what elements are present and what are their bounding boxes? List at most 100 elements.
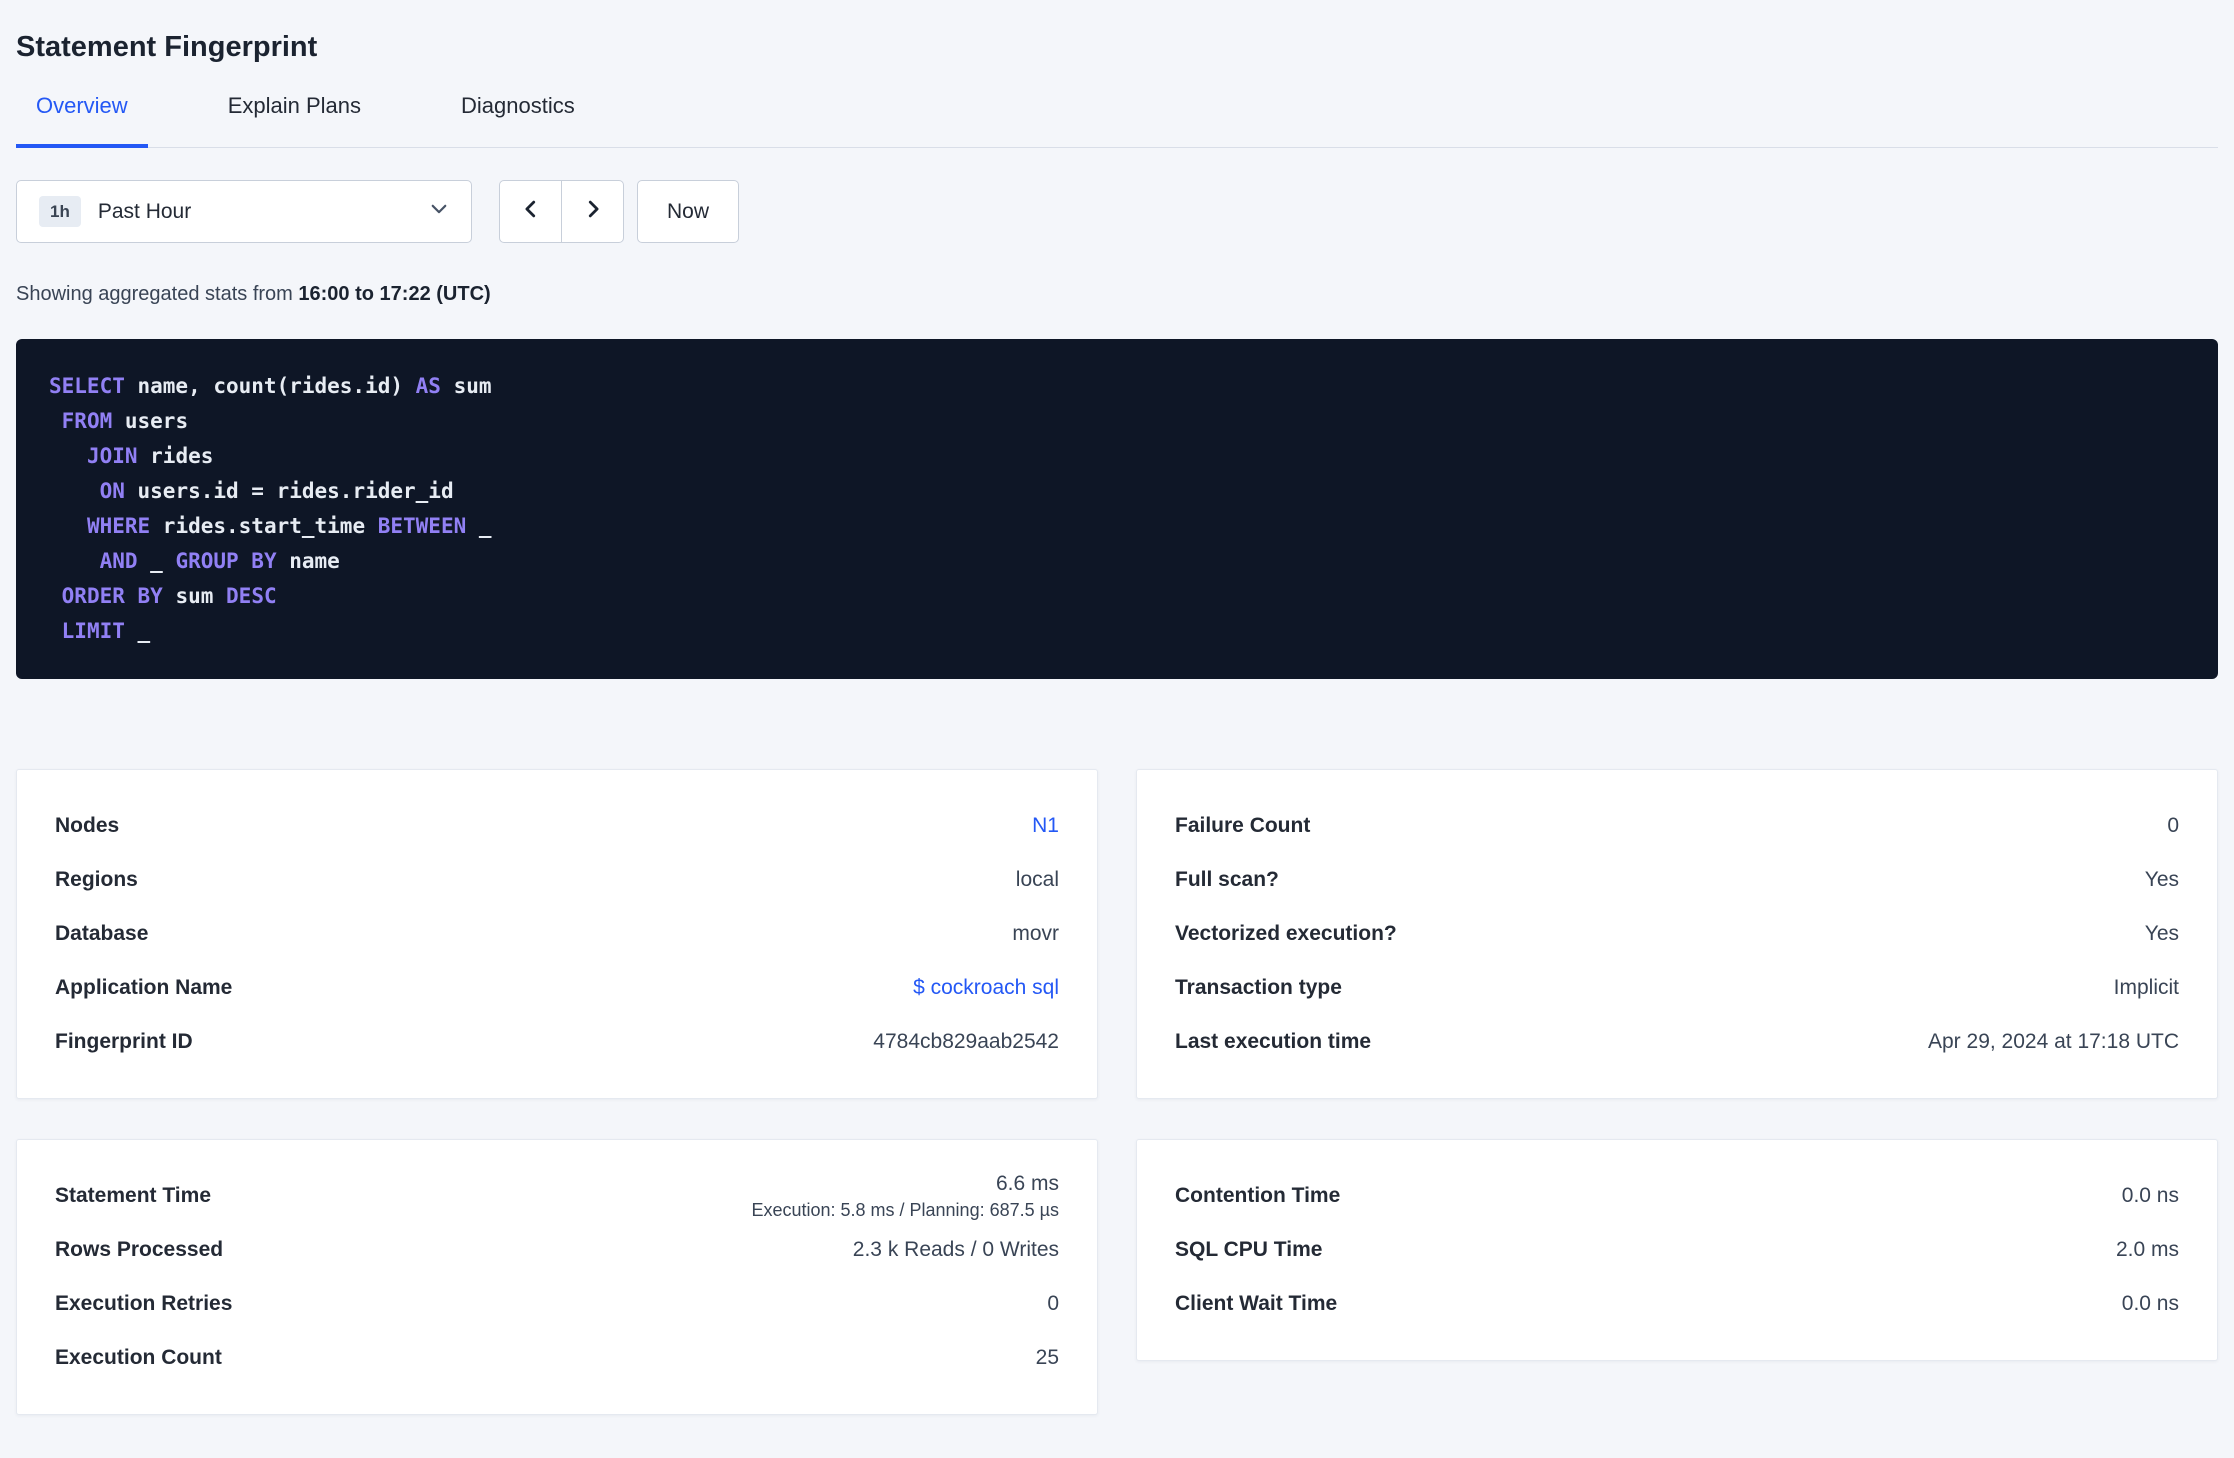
previous-interval-button[interactable] (499, 180, 562, 243)
sql-keyword: BETWEEN (377, 514, 467, 538)
row-label: Contention Time (1175, 1184, 1341, 1207)
row-value-wrap: Implicit (2114, 976, 2179, 1000)
now-button[interactable]: Now (637, 180, 740, 243)
row-value: movr (1012, 922, 1059, 945)
page-title: Statement Fingerprint (16, 31, 318, 63)
row-value: 2.0 ms (2115, 1238, 2179, 1261)
row-value: 25 (1035, 1346, 1059, 1369)
row-value-wrap: N1 (1032, 814, 1059, 838)
sql-line: ORDER BY sum DESC (49, 579, 2185, 614)
row-label: Fingerprint ID (55, 1030, 193, 1053)
sql-text: _ (137, 549, 176, 573)
row-value-wrap: 0.0 ns (2122, 1184, 2179, 1208)
row-value: local (1015, 868, 1059, 891)
sql-keyword: ORDER BY (61, 584, 163, 608)
sql-keyword: WHERE (86, 514, 151, 538)
row-label: Application Name (55, 976, 233, 999)
row-value-wrap: 4784cb829aab2542 (873, 1030, 1059, 1054)
row-value-wrap: 0 (1047, 1292, 1059, 1316)
sql-text: _ (466, 514, 492, 538)
stats-time-range: 16:00 to 17:22 (UTC) (298, 283, 491, 305)
row-label: Statement Time (55, 1184, 211, 1207)
card-row: Transaction type Implicit (1175, 961, 2179, 1015)
sql-line: WHERE rides.start_time BETWEEN _ (49, 509, 2185, 544)
row-label: Execution Retries (55, 1292, 233, 1315)
resource-times-card: Contention Time 0.0 ns SQL CPU Time 2.0 ms C… (1136, 1139, 2218, 1361)
card-row: Failure Count 0 (1175, 799, 2179, 853)
row-value-wrap: 6.6 ms Execution: 5.8 ms / Planning: 687.… (751, 1172, 1059, 1221)
row-value-wrap: 25 (1036, 1346, 1059, 1370)
row-value-wrap: movr (1012, 922, 1059, 946)
card-row: Client Wait Time 0.0 ns (1175, 1277, 2179, 1331)
row-label: Execution Count (55, 1346, 222, 1369)
row-label: Failure Count (1175, 814, 1311, 837)
stats-prefix: Showing aggregated stats from (16, 283, 293, 305)
time-interval-label: Past Hour (97, 199, 192, 223)
tab-overview[interactable]: Overview (16, 92, 148, 148)
execution-attributes-card: Failure Count 0 Full scan? Yes Vectorized ex… (1136, 769, 2218, 1099)
sql-text: name (276, 549, 340, 573)
sql-line: SELECT name, count(rides.id) AS sum (49, 369, 2185, 404)
row-value-wrap: 0 (2167, 814, 2179, 838)
sql-text: users (112, 409, 189, 433)
card-row: SQL CPU Time 2.0 ms (1175, 1223, 2179, 1277)
statement-times-card: Statement Time 6.6 ms Execution: 5.8 ms / … (16, 1139, 1098, 1415)
row-value: Apr 29, 2024 at 17:18 UTC (1928, 1030, 2179, 1053)
card-row: Contention Time 0.0 ns (1175, 1169, 2179, 1223)
sql-line: JOIN rides (49, 439, 2185, 474)
row-label: Vectorized execution? (1175, 922, 1397, 945)
chevron-right-icon (582, 198, 604, 225)
card-row: Application Name $ cockroach sql (55, 961, 1059, 1015)
row-value-wrap: 2.0 ms (2116, 1238, 2179, 1262)
row-value: 2.3 k Reads / 0 Writes (852, 1238, 1059, 1261)
row-label: SQL CPU Time (1175, 1238, 1323, 1261)
card-row: Execution Count 25 (55, 1331, 1059, 1385)
next-interval-button[interactable] (561, 180, 624, 243)
row-label: Transaction type (1175, 976, 1342, 999)
row-value-wrap: Yes (2145, 922, 2179, 946)
sql-keyword: JOIN (86, 444, 138, 468)
tab-diagnostics[interactable]: Diagnostics (441, 92, 595, 148)
sql-text: sum (162, 584, 227, 608)
sql-line: ON users.id = rides.rider_id (49, 474, 2185, 509)
sql-text: _ (124, 619, 151, 643)
row-value: 4784cb829aab2542 (873, 1030, 1059, 1053)
statement-details-card: Nodes N1 Regions local Database movr Applicati… (16, 769, 1098, 1099)
sql-text: sum (440, 374, 492, 398)
row-label: Rows Processed (55, 1238, 224, 1261)
card-row: Full scan? Yes (1175, 853, 2179, 907)
sql-keyword: AS (415, 374, 441, 398)
row-value: Yes (2144, 868, 2179, 891)
sql-line: FROM users (49, 404, 2185, 439)
card-row: Regions local (55, 853, 1059, 907)
time-arrow-group (499, 180, 624, 243)
sql-text: name, count(rides.id) (124, 374, 416, 398)
row-value: Implicit (2113, 976, 2179, 999)
tab-explain-plans[interactable]: Explain Plans (208, 92, 381, 148)
page-container: Statement Fingerprint Overview Explain P… (0, 0, 2234, 1415)
row-value-link[interactable]: N1 (1032, 814, 1059, 837)
row-label: Full scan? (1175, 868, 1279, 891)
row-value-link[interactable]: $ cockroach sql (913, 976, 1059, 999)
row-subvalue: Execution: 5.8 ms / Planning: 687.5 µs (751, 1199, 1059, 1220)
summary-cards: Nodes N1 Regions local Database movr Applicati… (16, 769, 2218, 1415)
chevron-down-icon (429, 199, 449, 224)
time-picker-row: 1h Past Hour Now (16, 180, 2218, 243)
row-label: Client Wait Time (1175, 1292, 1338, 1315)
row-value-wrap: $ cockroach sql (913, 976, 1059, 1000)
row-value: 0 (2167, 814, 2179, 837)
row-value: Yes (2144, 922, 2179, 945)
card-row: Vectorized execution? Yes (1175, 907, 2179, 961)
sql-text: rides.start_time (150, 514, 378, 538)
sql-keyword: GROUP BY (175, 549, 277, 573)
row-value: 0 (1047, 1292, 1059, 1315)
chevron-left-icon (520, 198, 542, 225)
card-row: Fingerprint ID 4784cb829aab2542 (55, 1015, 1059, 1069)
row-value: 0.0 ns (2121, 1292, 2179, 1315)
time-interval-dropdown[interactable]: 1h Past Hour (16, 180, 472, 243)
